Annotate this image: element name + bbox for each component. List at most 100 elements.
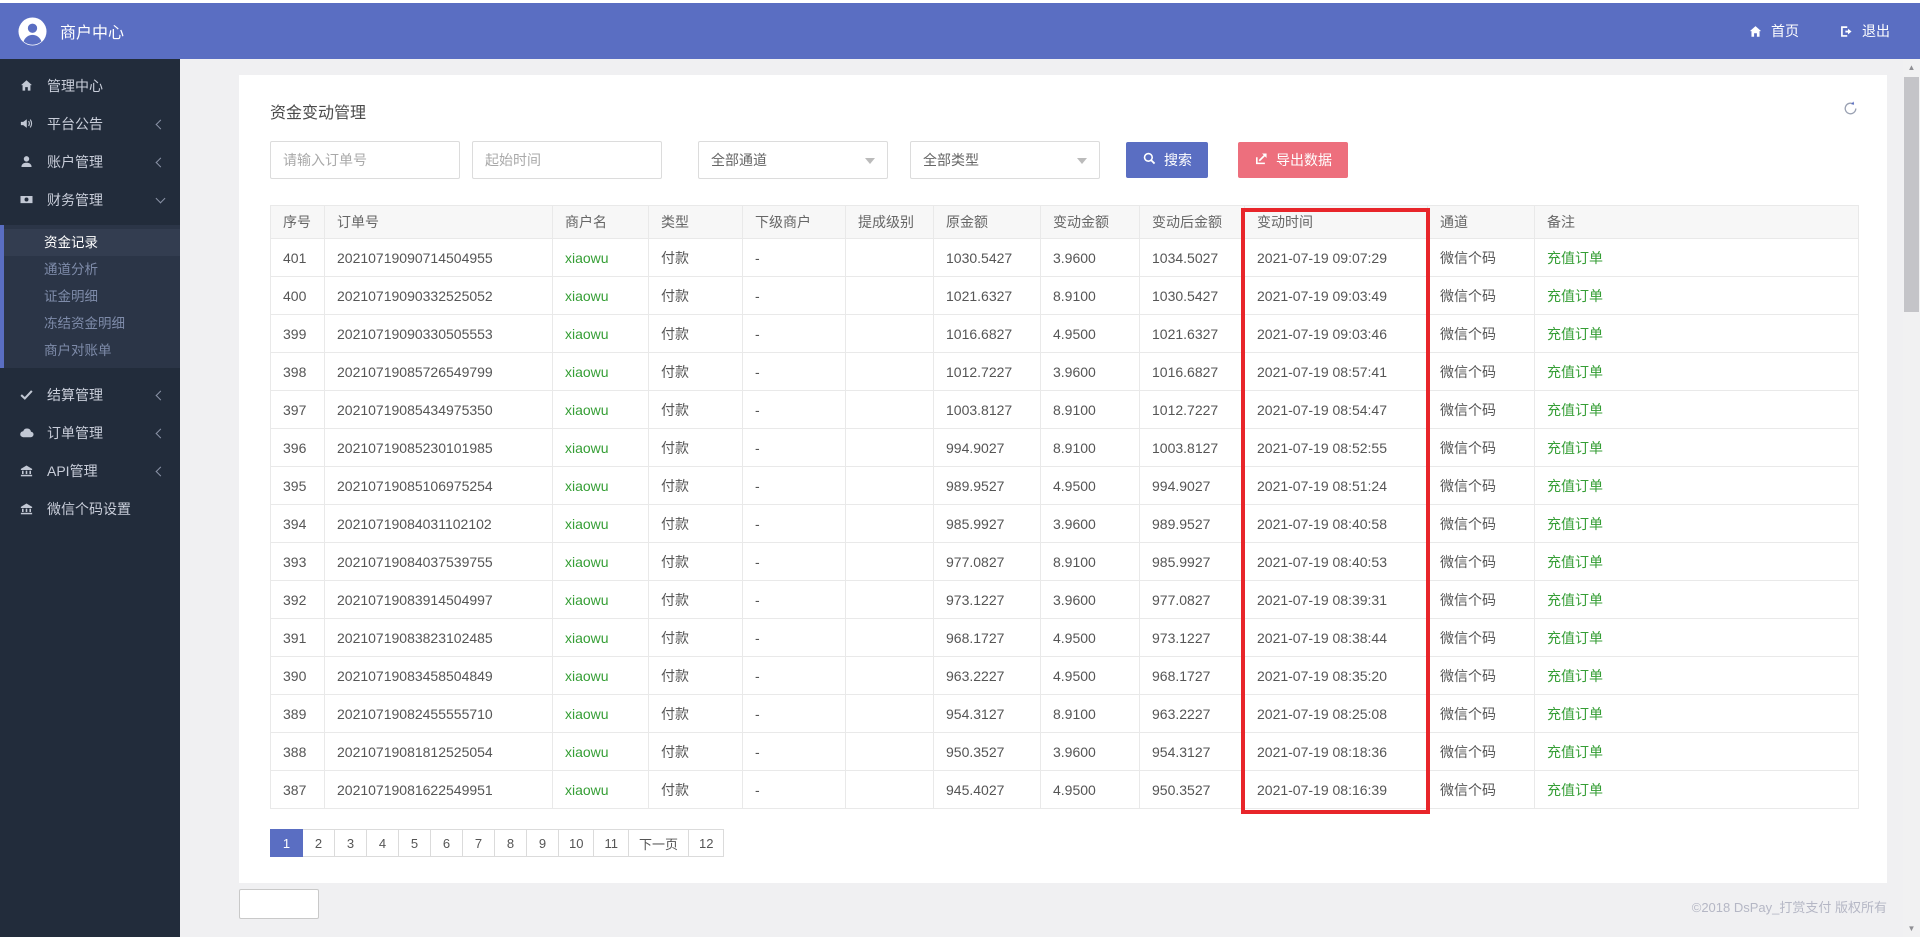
cell-0: 394: [270, 504, 325, 543]
sidebar-item-platform-announce[interactable]: 平台公告: [0, 105, 180, 143]
cell-10: 微信个码: [1427, 732, 1535, 771]
topbar-link-home[interactable]: 首页: [1748, 21, 1799, 41]
scrollbar-down-arrow[interactable]: ▼: [1903, 920, 1920, 937]
cell-7: 4.9500: [1040, 314, 1140, 353]
sidebar-item-admin-center[interactable]: 管理中心: [0, 67, 180, 105]
order-no-input[interactable]: [270, 141, 460, 179]
cell-9: 2021-07-19 08:40:53: [1244, 542, 1428, 581]
cell-11: 充值订单: [1534, 694, 1859, 733]
cell-5: [845, 466, 934, 505]
sidebar-item-account-management[interactable]: 账户管理: [0, 143, 180, 181]
page-button-下一页[interactable]: 下一页: [627, 829, 689, 857]
sidebar-subitem-merchant-statement[interactable]: 商户对账单: [4, 337, 180, 364]
cell-1: 20210719085230101985: [324, 428, 553, 467]
sidebar: 管理中心 平台公告 账户管理 财务管理资金记录 通道分析 证金明细 冻结资金明细 商户对账单结…: [0, 59, 180, 937]
sidebar-item-settlement-management[interactable]: 结算管理: [0, 376, 180, 414]
cell-6: 977.0827: [933, 542, 1041, 581]
sidebar-subitem-channel-analysis[interactable]: 通道分析: [4, 256, 180, 283]
page-button-6[interactable]: 6: [430, 829, 463, 857]
cell-8: 989.9527: [1139, 504, 1245, 543]
bank-icon: [19, 501, 35, 517]
sidebar-item-label: 订单管理: [47, 425, 103, 441]
page-button-7[interactable]: 7: [462, 829, 495, 857]
cell-1: 20210719082455555710: [324, 694, 553, 733]
sidebar-subitem-frozen-fund-details[interactable]: 冻结资金明细: [4, 310, 180, 337]
cell-6: 1012.7227: [933, 352, 1041, 391]
channel-select[interactable]: 全部通道: [698, 141, 888, 179]
cell-8: 1030.5427: [1139, 276, 1245, 315]
export-icon: [1254, 151, 1269, 169]
cell-0: 390: [270, 656, 325, 695]
sidebar-item-finance-management[interactable]: 财务管理: [0, 181, 180, 219]
cell-5: [845, 352, 934, 391]
cell-11: 充值订单: [1534, 466, 1859, 505]
export-data-button[interactable]: 导出数据: [1238, 142, 1348, 178]
chevron-left-icon: [155, 466, 166, 476]
cell-5: [845, 314, 934, 353]
cell-1: 20210719090714504955: [324, 238, 553, 277]
cell-5: [845, 390, 934, 429]
user-avatar-icon[interactable]: [18, 16, 47, 46]
page-button-1[interactable]: 1: [270, 829, 303, 857]
cell-3: 付款: [648, 352, 743, 391]
cell-4: -: [742, 276, 846, 315]
cell-4: -: [742, 580, 846, 619]
type-select[interactable]: 全部类型: [910, 141, 1100, 179]
scrollbar-thumb[interactable]: [1904, 77, 1919, 312]
sidebar-item-order-management[interactable]: 订单管理: [0, 414, 180, 452]
page-button-3[interactable]: 3: [334, 829, 367, 857]
start-time-input[interactable]: [472, 141, 662, 179]
page-button-11[interactable]: 11: [593, 829, 629, 857]
cell-6: 954.3127: [933, 694, 1041, 733]
page-button-9[interactable]: 9: [526, 829, 559, 857]
cell-11: 充值订单: [1534, 390, 1859, 429]
sidebar-item-wechat-code-settings[interactable]: 微信个码设置: [0, 490, 180, 528]
vertical-scrollbar: ▲ ▼: [1903, 59, 1920, 937]
refresh-button[interactable]: [1842, 100, 1859, 122]
page-button-12[interactable]: 12: [687, 829, 725, 857]
column-header-7: 变动金额: [1040, 205, 1140, 239]
cell-10: 微信个码: [1427, 504, 1535, 543]
main-content: 资金变动管理 全部通道 全部类型: [180, 59, 1903, 937]
speaker-icon: [19, 116, 35, 132]
chevron-left-icon: [155, 428, 166, 438]
page-button-8[interactable]: 8: [494, 829, 527, 857]
scrollbar-up-arrow[interactable]: ▲: [1903, 59, 1920, 76]
cell-3: 付款: [648, 656, 743, 695]
topbar-links: 首页 退出: [1748, 21, 1890, 41]
cell-4: -: [742, 352, 846, 391]
cell-8: 1012.7227: [1139, 390, 1245, 429]
cell-8: 954.3127: [1139, 732, 1245, 771]
cell-6: 968.1727: [933, 618, 1041, 657]
page-button-2[interactable]: 2: [302, 829, 335, 857]
table-row: 391 20210719083823102485 xiaowu 付款 - 968.1727…: [270, 618, 1859, 657]
sidebar-item-api-management[interactable]: API管理: [0, 452, 180, 490]
chevron-down-icon: [155, 193, 166, 204]
cell-1: 20210719085726549799: [324, 352, 553, 391]
cell-4: -: [742, 732, 846, 771]
page-button-5[interactable]: 5: [398, 829, 431, 857]
sidebar-subitem-deposit-details[interactable]: 证金明细: [4, 283, 180, 310]
cell-1: 20210719083914504997: [324, 580, 553, 619]
cell-9: 2021-07-19 08:25:08: [1244, 694, 1428, 733]
cell-2: xiaowu: [552, 542, 649, 581]
cell-2: xiaowu: [552, 314, 649, 353]
cell-0: 388: [270, 732, 325, 771]
fund-records-table: 序号 订单号 商户名 类型 下级商户 提成级别 原金额 变动金额 变动后金额 变动时间 通道 备注 4…: [270, 205, 1859, 809]
chevron-left-icon: [155, 390, 166, 400]
cell-10: 微信个码: [1427, 580, 1535, 619]
cell-9: 2021-07-19 08:57:41: [1244, 352, 1428, 391]
table-row: 393 20210719084037539755 xiaowu 付款 - 977.0827…: [270, 542, 1859, 581]
column-header-5: 提成级别: [845, 205, 934, 239]
page-button-10[interactable]: 10: [558, 829, 595, 857]
topbar-link-logout[interactable]: 退出: [1839, 21, 1890, 41]
cell-0: 396: [270, 428, 325, 467]
cell-1: 20210719084037539755: [324, 542, 553, 581]
cell-2: xiaowu: [552, 390, 649, 429]
sidebar-subitem-fund-records[interactable]: 资金记录: [4, 229, 180, 256]
search-button[interactable]: 搜索: [1126, 142, 1208, 178]
page-size-select[interactable]: [239, 889, 319, 919]
cell-0: 395: [270, 466, 325, 505]
cell-10: 微信个码: [1427, 276, 1535, 315]
page-button-4[interactable]: 4: [366, 829, 399, 857]
